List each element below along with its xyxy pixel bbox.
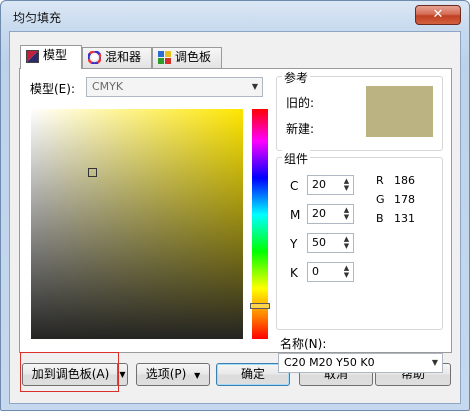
palette-grid-icon [158,51,171,64]
chevron-down-icon: ▼ [119,370,126,379]
b-label: B [376,212,384,225]
reference-title: 参考 [282,69,311,86]
chevron-down-icon: ▼ [431,358,438,367]
window-title: 均匀填充 [13,11,62,25]
g-label: G [376,193,385,206]
hue-slider-handle[interactable] [250,303,270,309]
new-color-label: 新建: [286,122,315,136]
spin-arrows-icon[interactable]: ▲ ▼ [342,236,351,250]
spin-arrows-icon[interactable]: ▲ ▼ [342,178,351,192]
k-value: 0 [312,265,319,278]
tab-palette-label: 调色板 [175,50,212,64]
tab-model[interactable]: 模型 [20,45,82,69]
model-select-value: CMYK [92,80,124,93]
r-label: R [376,174,384,187]
color-field[interactable] [31,109,243,339]
y-value: 50 [312,236,326,249]
model-tab-panel: 模型(E): CMYK ▼ 参考 旧的: 新建: 组件 C 20 ▲ ▼ M 2… [19,68,452,373]
k-label: K [290,266,298,280]
color-model-icon [26,50,39,63]
spin-arrows-icon[interactable]: ▲ ▼ [342,265,351,279]
components-group [276,157,443,330]
color-wheel-icon [88,51,101,64]
title-bar: 均匀填充 ✕ [1,1,469,31]
tab-palette[interactable]: 调色板 [152,47,222,68]
close-button[interactable]: ✕ [415,5,461,25]
color-field-marker[interactable] [88,168,97,177]
model-label: 模型(E): [30,82,75,96]
b-value: 131 [394,212,415,225]
name-label: 名称(N): [280,337,327,351]
name-select[interactable]: C20 M20 Y50 K0 ▼ [278,353,443,373]
close-icon: ✕ [432,7,444,22]
r-value: 186 [394,174,415,187]
model-select[interactable]: CMYK ▼ [86,77,263,97]
tab-model-label: 模型 [43,48,68,62]
options-button[interactable]: 选项(P) ▼ [136,363,210,386]
options-label: 选项(P) [145,367,187,381]
spin-arrows-icon[interactable]: ▲ ▼ [342,207,351,221]
ok-label: 确定 [240,367,265,381]
annotation-highlight [20,352,119,392]
m-value: 20 [312,207,326,220]
y-spinbox[interactable]: 50 ▲ ▼ [307,233,354,253]
reference-swatch [366,86,433,137]
g-value: 178 [394,193,415,206]
uniform-fill-dialog: 均匀填充 ✕ 模型 混和器 调色板 模型(E): CMYK ▼ 参考 旧的: 新… [0,0,470,411]
c-value: 20 [312,178,326,191]
dialog-body: 模型 混和器 调色板 模型(E): CMYK ▼ 参考 旧的: 新建: 组件 C… [9,31,461,404]
k-spinbox[interactable]: 0 ▲ ▼ [307,262,354,282]
c-label: C [290,179,299,193]
m-spinbox[interactable]: 20 ▲ ▼ [307,204,354,224]
chevron-down-icon: ▼ [251,82,258,91]
y-label: Y [290,237,298,251]
c-spinbox[interactable]: 20 ▲ ▼ [307,175,354,195]
old-color-label: 旧的: [286,96,315,110]
tab-mixer[interactable]: 混和器 [82,47,152,68]
components-title: 组件 [282,150,311,167]
tab-mixer-label: 混和器 [105,50,142,64]
m-label: M [290,208,301,222]
name-select-value: C20 M20 Y50 K0 [284,356,375,369]
chevron-down-icon: ▼ [194,371,201,380]
